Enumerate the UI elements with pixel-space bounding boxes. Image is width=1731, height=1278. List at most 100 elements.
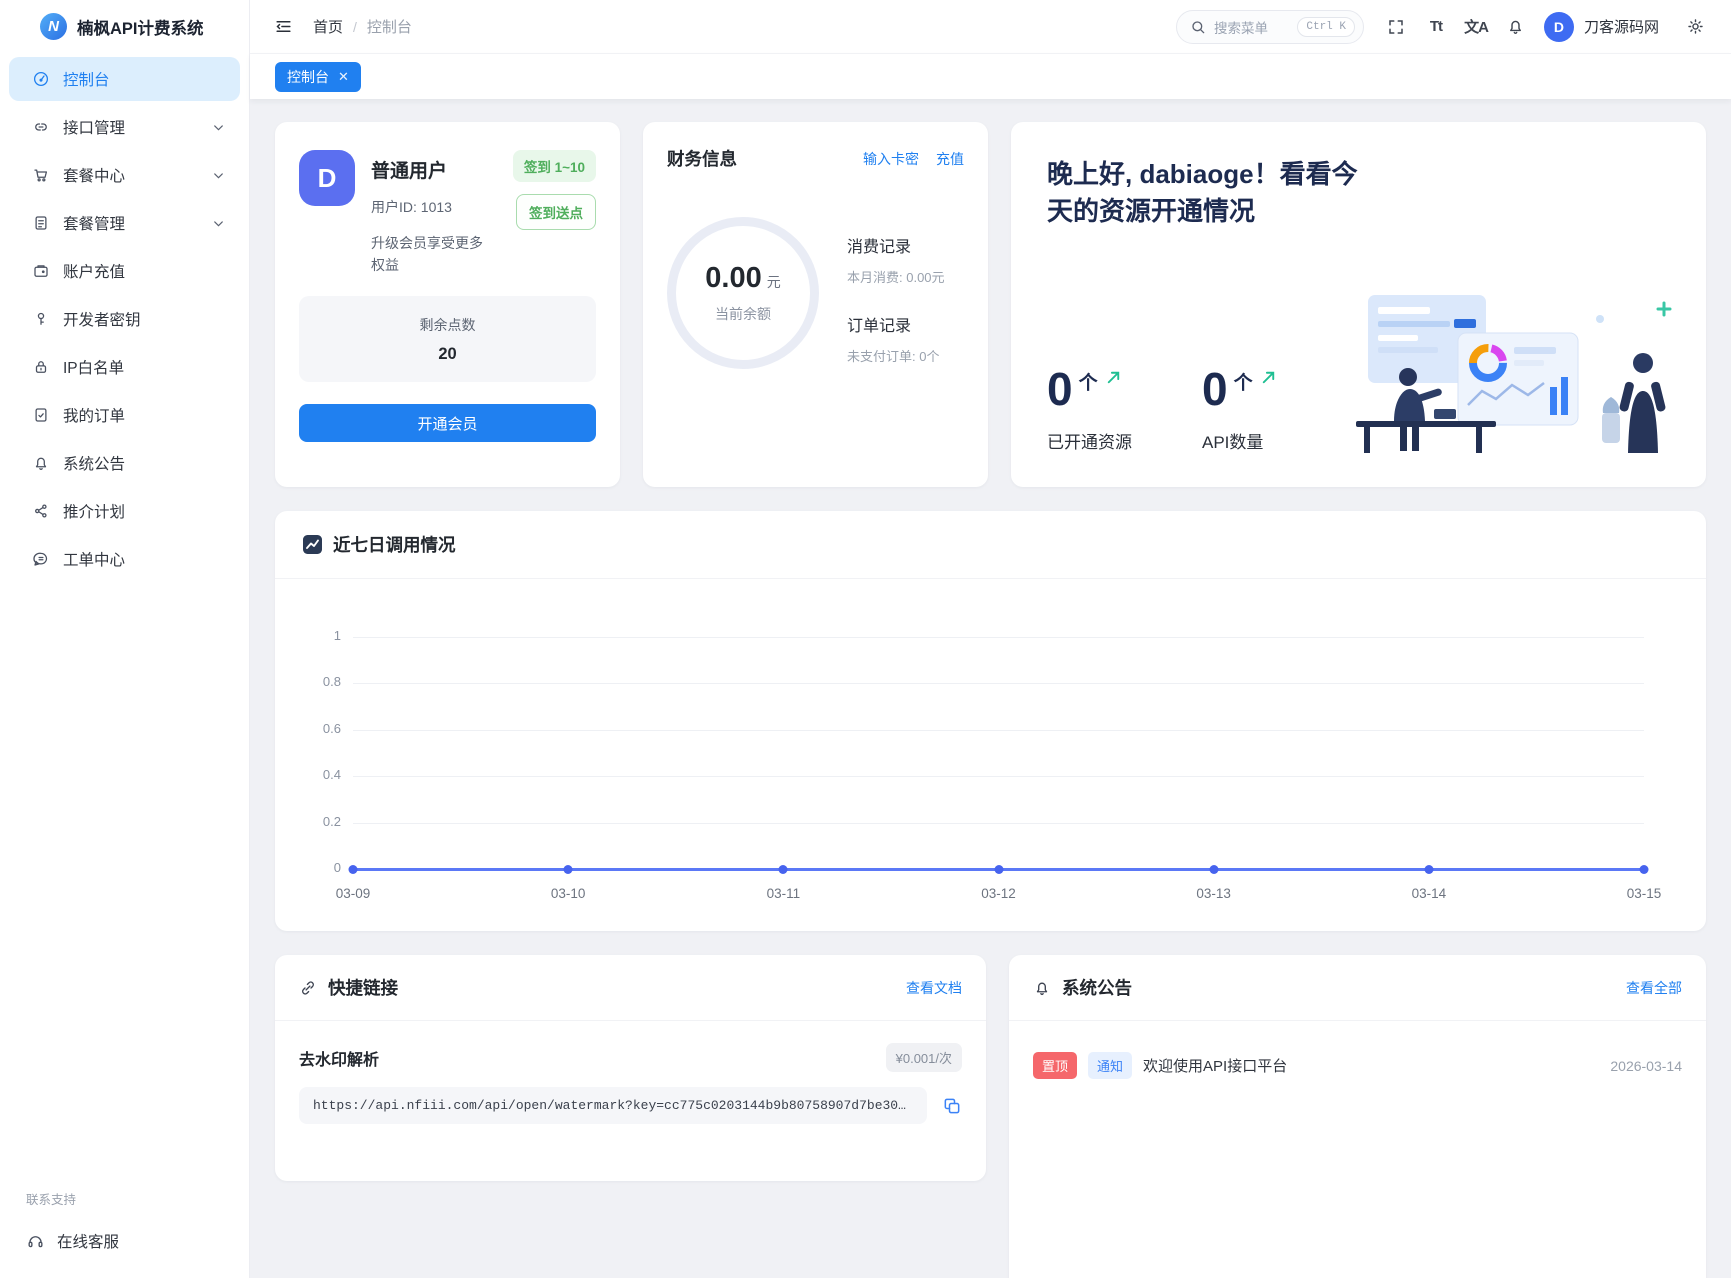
notification-bell-icon[interactable] [1496,7,1536,47]
online-support-button[interactable]: 在线客服 [26,1230,249,1252]
fullscreen-icon[interactable] [1376,7,1416,47]
chart-data-point [994,864,1003,874]
announcement-title: 欢迎使用API接口平台 [1143,1058,1288,1075]
notice-badge: 通知 [1088,1052,1133,1079]
chart-xtick: 03-10 [550,886,586,901]
chevron-down-icon [211,168,226,183]
lock-icon [31,358,50,377]
tab-dashboard[interactable]: 控制台 ✕ [275,61,361,92]
sidebar-item-0[interactable]: 控制台 [9,57,240,101]
sidebar-item-label: 系统公告 [63,456,126,473]
topbar-icons: Tt 文A D 刀客源码网 [1376,7,1715,47]
view-docs-link[interactable]: 查看文档 [906,978,962,998]
sidebar-item-9[interactable]: 推介计划 [9,489,240,533]
ticket-icon [31,550,50,569]
announcement-date: 2026-03-14 [1610,1057,1682,1074]
sidebar-collapse-icon[interactable] [274,17,293,36]
search-input[interactable]: 搜索菜单 Ctrl K [1175,9,1364,44]
chevron-down-icon [211,120,226,135]
enter-card-key-link[interactable]: 输入卡密 [863,149,919,169]
greeting-card: 晚上好, dabiaoge！看看今天的资源开通情况 0 个已开通资源 0 个 API数量 [1011,122,1706,487]
consume-record-sub: 本月消费: 0.00元 [847,270,945,285]
trend-up-icon [1104,368,1123,387]
sidebar-item-label: 推介计划 [63,504,126,521]
chart-data-point [1424,864,1434,874]
headset-icon [26,1232,45,1251]
sidebar-item-label: IP白名单 [63,360,125,377]
chart-xtick: 03-11 [766,886,801,901]
open-membership-button[interactable]: 开通会员 [299,404,596,443]
chart-gridline [353,776,1644,778]
font-size-icon[interactable]: Tt [1416,7,1456,47]
sidebar-item-4[interactable]: 账户充值 [9,249,240,293]
chart-xtick: 03-13 [1196,886,1231,901]
sidebar-item-3[interactable]: 套餐管理 [9,201,240,245]
chart-xtick: 03-14 [1411,886,1447,901]
announcement-row[interactable]: 置顶 通知 欢迎使用API接口平台 2026-03-14 [1033,1035,1682,1096]
balance-unit: 元 [766,274,781,290]
chart-ytick: 0.4 [322,767,341,783]
api-url-field[interactable]: https://api.nfiii.com/api/open/watermark… [299,1087,927,1124]
sidebar-item-8[interactable]: 系统公告 [9,441,240,485]
package-icon [31,214,50,233]
trend-up-icon [1259,368,1278,387]
user-id-row: 用户ID: 1013 [371,197,513,217]
user-name[interactable]: 刀客源码网 [1584,16,1659,37]
chart-ytick: 1 [333,628,341,643]
signin-range-badge: 签到 1~10 [512,150,596,182]
sidebar: N 楠枫API计费系统 控制台 接口管理 套餐中心 套餐管理 账户充值 开发者密钥 IP白名… [0,0,250,1278]
settings-gear-icon[interactable] [1675,7,1715,47]
sidebar-item-6[interactable]: IP白名单 [9,345,240,389]
wallet-icon [31,262,50,281]
announcements-card: 系统公告 查看全部 置顶 通知 欢迎使用API接口平台 2026-03-14 [1009,955,1706,1278]
breadcrumb-current: 控制台 [366,19,412,36]
chart-ytick: 0 [333,860,341,875]
translate-icon[interactable]: 文A [1456,7,1496,47]
sidebar-item-label: 接口管理 [63,120,126,137]
stat-label: 已开通资源 [1047,433,1132,452]
sidebar-item-10[interactable]: 工单中心 [9,537,240,581]
pinned-badge: 置顶 [1033,1052,1078,1079]
copy-icon[interactable] [942,1096,962,1116]
chart-data-point [778,864,788,874]
api-price-badge: ¥0.001/次 [885,1043,962,1072]
view-all-link[interactable]: 查看全部 [1626,978,1682,998]
app-title: 楠枫API计费系统 [77,19,204,38]
link-icon [299,979,317,997]
quick-links-card: 快捷链接 查看文档 去水印解析 ¥0.001/次 https://api.nfiii… [275,955,986,1181]
order-record-sub: 未支付订单: 0个 [847,349,940,364]
signin-button[interactable]: 签到送点 [516,194,596,230]
chart-card: 近七日调用情况 0 0.2 0.4 0.6 0.8 1 03-09 03-10 03-11 03-… [275,511,1706,931]
stat-label: API数量 [1202,433,1264,452]
announcement-bell-icon [1033,979,1051,997]
breadcrumb-home[interactable]: 首页 [313,16,343,37]
sidebar-item-label: 套餐管理 [63,216,126,233]
points-box: 剩余点数 20 [299,296,596,383]
chart-xtick: 03-09 [335,886,371,901]
finance-title: 财务信息 [667,149,737,169]
tab-strip: 控制台 ✕ [250,53,1731,99]
key-icon [31,310,50,329]
chart-plot-area: 0 0.2 0.4 0.6 0.8 1 03-09 03-10 03-11 03-12 03-13 0… [323,628,1661,901]
balance-label: 当前余额 [715,306,771,322]
sidebar-item-2[interactable]: 套餐中心 [9,153,240,197]
dashboard-icon [31,70,50,89]
sidebar-item-7[interactable]: 我的订单 [9,393,240,437]
greeting-stats: 0 个已开通资源 0 个 API数量 [1047,366,1278,453]
balance-circle: 0.00 元 当前余额 [667,217,819,369]
tab-close-icon[interactable]: ✕ [338,69,349,85]
chart-data-point [348,864,358,874]
recharge-link[interactable]: 充值 [936,149,964,169]
chart-gridline [353,683,1644,685]
stat-value: 0 [1202,363,1228,415]
sidebar-item-5[interactable]: 开发者密钥 [9,297,240,341]
user-card: D 普通用户 用户ID: 1013 升级会员享受更多权益 签到 1~10 签到送… [275,122,620,487]
chart-gridline [353,729,1644,731]
user-avatar[interactable]: D [1543,11,1574,42]
finance-card: 财务信息 输入卡密 充值 0.00 元 当前余额 消费记录 本月消费: 0.00… [643,122,988,487]
sidebar-footer: 联系支持 在线客服 [0,1189,249,1278]
sidebar-item-1[interactable]: 接口管理 [9,105,240,149]
stat-unit: 个 [1233,373,1253,394]
chart-xtick: 03-12 [981,886,1016,901]
sidebar-item-label: 工单中心 [63,552,126,569]
